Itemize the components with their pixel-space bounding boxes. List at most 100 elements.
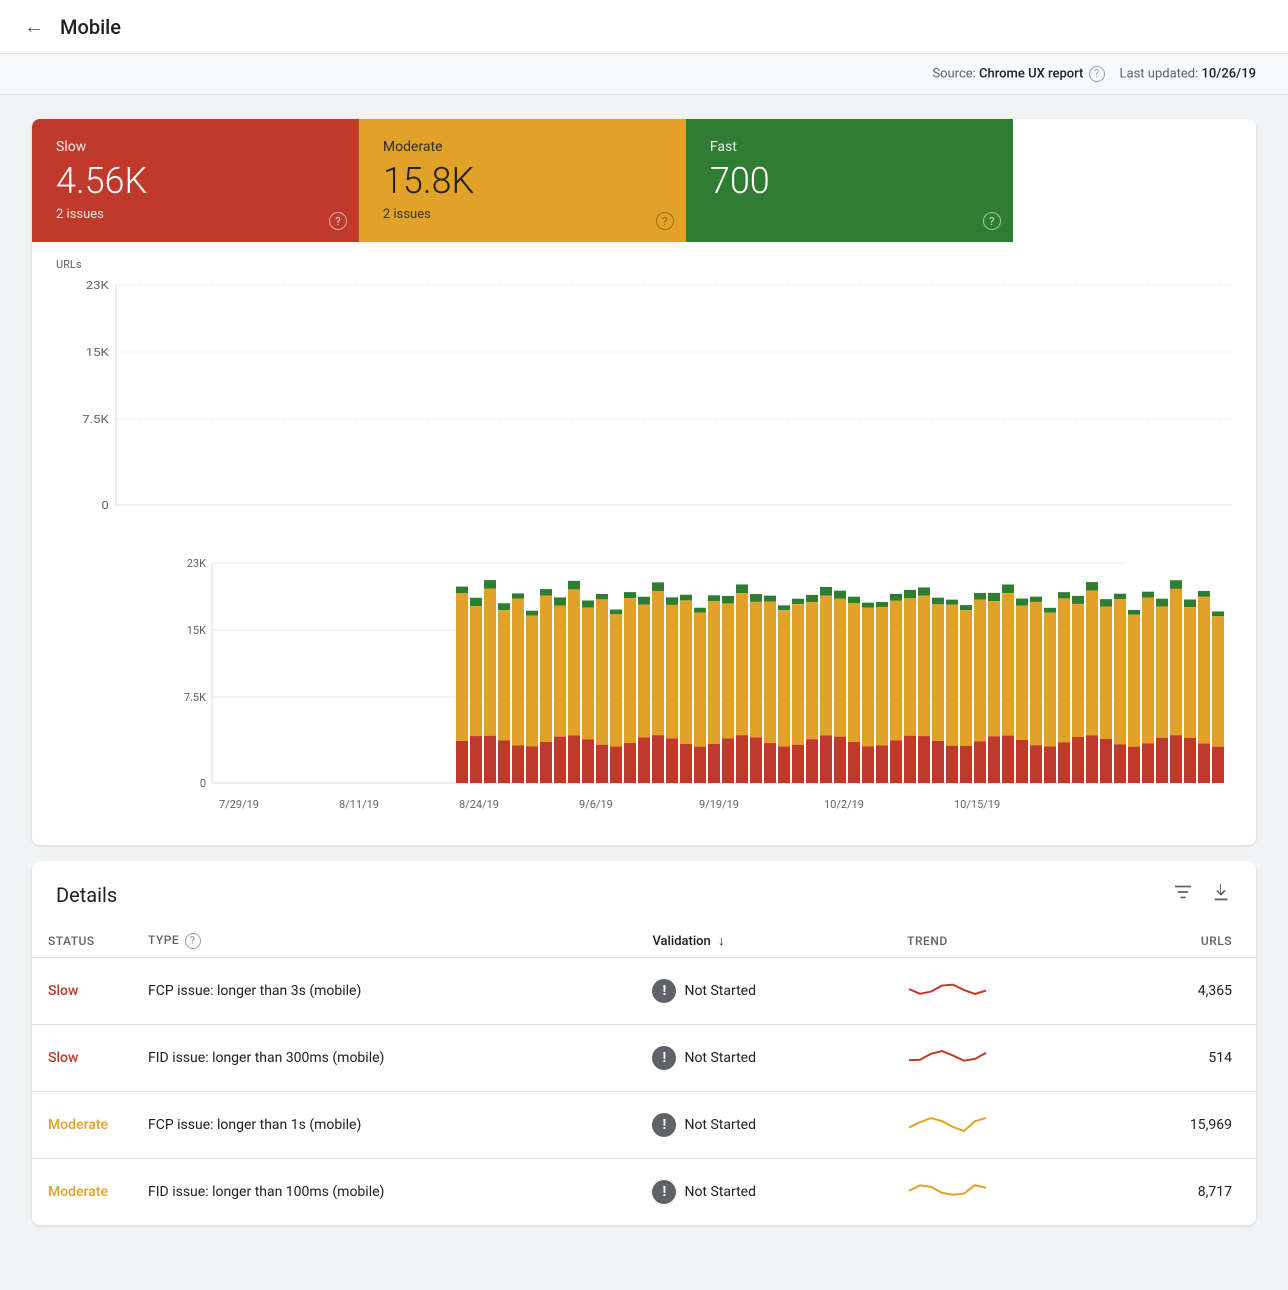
validation-status: Not Started	[684, 1050, 756, 1066]
tile-moderate: Moderate 15.8K 2 issues ?	[359, 119, 686, 242]
validation-status: Not Started	[684, 1184, 756, 1200]
source-help-icon[interactable]: ?	[1089, 66, 1105, 82]
row-status: Moderate	[32, 1092, 132, 1159]
trend-sparkline	[907, 1175, 987, 1205]
row-urls: 514	[1102, 1025, 1256, 1092]
table-row[interactable]: Slow FCP issue: longer than 3s (mobile) …	[32, 958, 1256, 1025]
details-title: Details	[56, 883, 117, 907]
row-type: FCP issue: longer than 3s (mobile)	[132, 958, 636, 1025]
tile-fast: Fast 700 ?	[686, 119, 1013, 242]
svg-text:15K: 15K	[86, 346, 109, 359]
col-header-type: Type ?	[132, 925, 636, 958]
details-card: Details	[32, 861, 1256, 1225]
chart-full: 23K 15K 7.5K 0	[32, 543, 1256, 837]
svg-text:7/29/19: 7/29/19	[219, 798, 259, 811]
page-title: Mobile	[60, 15, 121, 39]
col-header-status: Status	[32, 925, 132, 958]
tile-slow-label: Slow	[56, 139, 335, 155]
table-row[interactable]: Slow FID issue: longer than 300ms (mobil…	[32, 1025, 1256, 1092]
row-validation: ! Not Started	[636, 1025, 891, 1092]
svg-text:23K: 23K	[86, 279, 109, 292]
validation-icon: !	[652, 1046, 676, 1070]
row-type: FID issue: longer than 300ms (mobile)	[132, 1025, 636, 1092]
download-icon[interactable]	[1210, 882, 1232, 909]
svg-text:15K: 15K	[187, 624, 206, 637]
filter-icon[interactable]	[1172, 881, 1194, 909]
svg-text:0: 0	[200, 777, 206, 790]
tile-empty	[1013, 119, 1256, 242]
svg-text:7.5K: 7.5K	[82, 413, 109, 426]
col-header-validation[interactable]: Validation ↓	[636, 925, 891, 958]
validation-status: Not Started	[684, 1117, 756, 1133]
row-trend	[891, 1159, 1101, 1226]
row-urls: 15,969	[1102, 1092, 1256, 1159]
summary-tiles: Slow 4.56K 2 issues ? Moderate 15.8K 2 i…	[32, 119, 1256, 242]
tile-moderate-label: Moderate	[383, 139, 662, 155]
table-row[interactable]: Moderate FCP issue: longer than 1s (mobi…	[32, 1092, 1256, 1159]
page-header: ← Mobile	[0, 0, 1288, 54]
chart-y-label: URLs	[56, 258, 1232, 271]
last-updated-label: Last updated:	[1120, 66, 1199, 81]
source-bar: Source: Chrome UX report ? Last updated:…	[0, 54, 1288, 95]
tile-fast-label: Fast	[710, 139, 989, 155]
main-content: Slow 4.56K 2 issues ? Moderate 15.8K 2 i…	[0, 95, 1288, 1249]
row-status: Slow	[32, 958, 132, 1025]
trend-sparkline	[907, 1108, 987, 1138]
source-label: Source:	[932, 66, 975, 81]
validation-icon: !	[652, 979, 676, 1003]
validation-status: Not Started	[684, 983, 756, 999]
row-status: Slow	[32, 1025, 132, 1092]
svg-text:0: 0	[101, 499, 109, 512]
source-name: Chrome UX report	[979, 66, 1083, 81]
type-help-icon[interactable]: ?	[185, 933, 201, 949]
details-actions	[1172, 881, 1232, 909]
tile-slow-help-icon[interactable]: ?	[329, 212, 347, 230]
chart-container: 23K 15K 7.5K 0	[56, 275, 1232, 535]
tile-fast-help-icon[interactable]: ?	[983, 212, 1001, 230]
back-button[interactable]: ←	[24, 14, 44, 39]
chart-svg-full: 23K 15K 7.5K 0	[56, 543, 1232, 833]
row-type: FCP issue: longer than 1s (mobile)	[132, 1092, 636, 1159]
tile-fast-value: 700	[710, 163, 989, 199]
chart-svg: 23K 15K 7.5K 0	[56, 275, 1232, 535]
svg-text:8/24/19: 8/24/19	[459, 798, 499, 811]
svg-text:8/11/19: 8/11/19	[339, 798, 379, 811]
svg-text:23K: 23K	[187, 557, 206, 570]
svg-text:9/19/19: 9/19/19	[699, 798, 739, 811]
row-validation: ! Not Started	[636, 1159, 891, 1226]
details-table: Status Type ? Validation ↓ Trend URLs Sl…	[32, 925, 1256, 1225]
tile-moderate-value: 15.8K	[383, 163, 662, 199]
tile-slow-value: 4.56K	[56, 163, 335, 199]
col-header-urls: URLs	[1102, 925, 1256, 958]
row-trend	[891, 958, 1101, 1025]
svg-text:10/2/19: 10/2/19	[824, 798, 864, 811]
trend-sparkline	[907, 1041, 987, 1071]
tile-slow: Slow 4.56K 2 issues ?	[32, 119, 359, 242]
row-urls: 8,717	[1102, 1159, 1256, 1226]
row-type: FID issue: longer than 100ms (mobile)	[132, 1159, 636, 1226]
svg-text:9/6/19: 9/6/19	[579, 798, 613, 811]
row-validation: ! Not Started	[636, 1092, 891, 1159]
tile-moderate-issues: 2 issues	[383, 207, 662, 222]
summary-card: Slow 4.56K 2 issues ? Moderate 15.8K 2 i…	[32, 119, 1256, 845]
validation-icon: !	[652, 1180, 676, 1204]
last-updated-value: 10/26/19	[1202, 66, 1256, 81]
row-urls: 4,365	[1102, 958, 1256, 1025]
tile-moderate-help-icon[interactable]: ?	[656, 212, 674, 230]
trend-sparkline	[907, 974, 987, 1004]
svg-text:10/15/19: 10/15/19	[954, 798, 1000, 811]
table-header-row: Status Type ? Validation ↓ Trend URLs	[32, 925, 1256, 958]
details-tbody: Slow FCP issue: longer than 3s (mobile) …	[32, 958, 1256, 1226]
chart-area: URLs 23K 15K 7.5K 0	[32, 242, 1256, 543]
svg-text:7.5K: 7.5K	[184, 691, 206, 704]
sort-arrow-icon: ↓	[718, 933, 725, 949]
table-row[interactable]: Moderate FID issue: longer than 100ms (m…	[32, 1159, 1256, 1226]
tile-slow-issues: 2 issues	[56, 207, 335, 222]
row-trend	[891, 1025, 1101, 1092]
validation-icon: !	[652, 1113, 676, 1137]
col-header-trend: Trend	[891, 925, 1101, 958]
row-status: Moderate	[32, 1159, 132, 1226]
details-header: Details	[32, 861, 1256, 925]
row-trend	[891, 1092, 1101, 1159]
row-validation: ! Not Started	[636, 958, 891, 1025]
